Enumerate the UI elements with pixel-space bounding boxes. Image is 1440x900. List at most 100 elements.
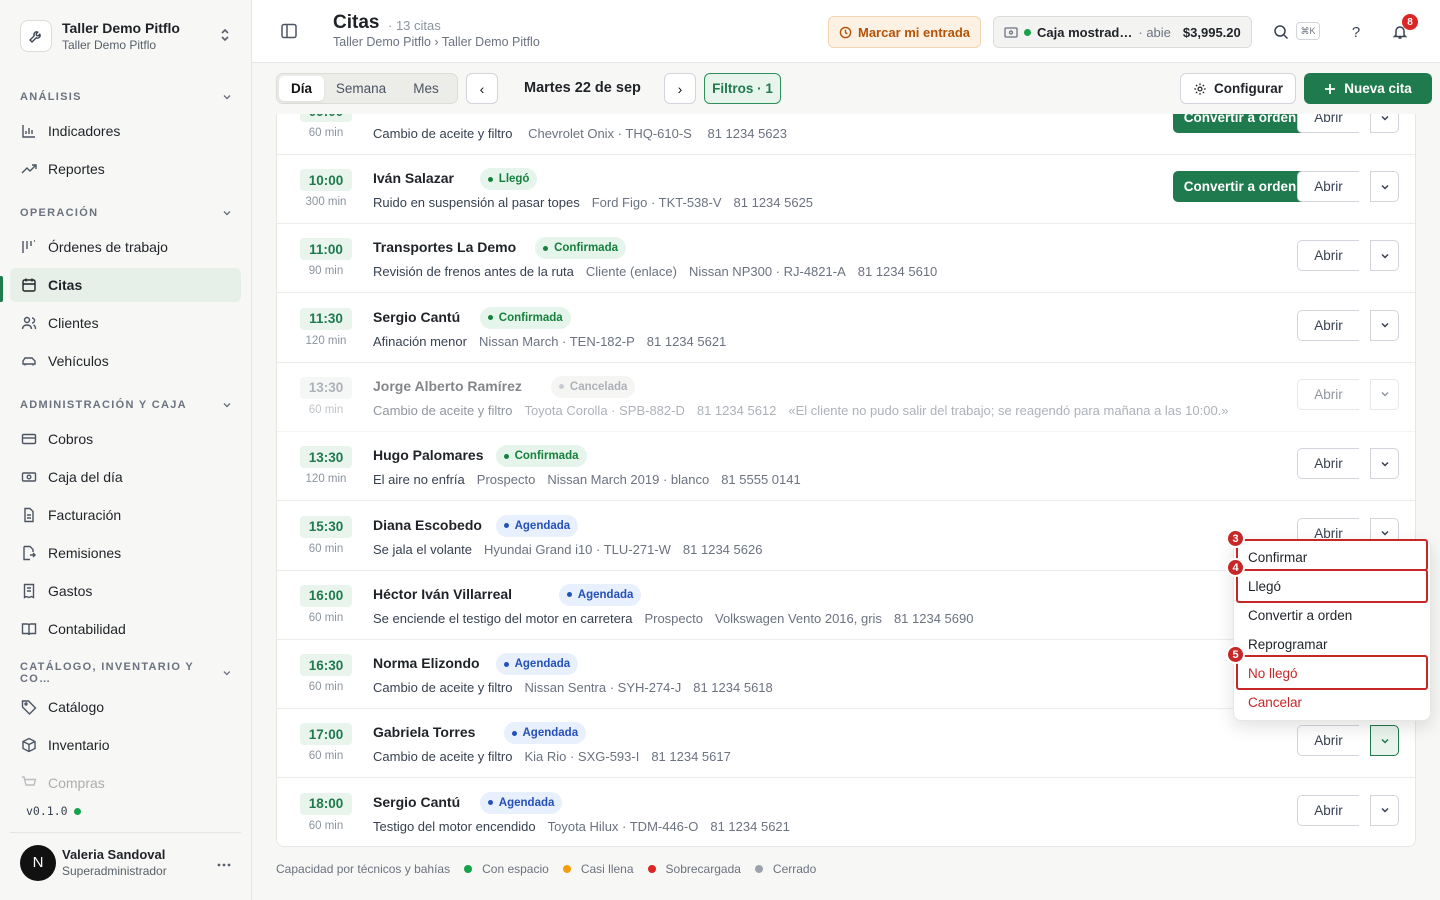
open-button[interactable]: Abrir <box>1297 240 1359 272</box>
table-row[interactable]: 13:30 120 min Hugo Palomares Confirmada El a… <box>277 432 1415 502</box>
configure-button[interactable]: Configurar <box>1180 73 1296 104</box>
table-row[interactable]: 13:30 60 min Jorge Alberto Ramírez Cancelad… <box>277 362 1415 432</box>
appointment-time: 16:30 <box>300 654 352 677</box>
org-switcher[interactable]: Taller Demo Pitflo Taller Demo Pitflo <box>10 10 241 62</box>
row-actions-dropdown[interactable] <box>1370 378 1399 410</box>
convert-to-order-button[interactable]: Convertir a orden <box>1173 171 1307 202</box>
open-button[interactable]: Abrir <box>1297 725 1359 757</box>
new-appointment-button[interactable]: Nueva cita <box>1304 73 1432 104</box>
client-name[interactable]: Sergio Cantú <box>373 794 460 810</box>
chevron-down-icon <box>223 403 231 408</box>
sidebar-item-citas[interactable]: Citas <box>10 268 241 302</box>
appointment-details: Se jala el volante Hyundai Grand i10 · TL… <box>373 542 774 557</box>
row-actions-dropdown[interactable] <box>1370 448 1399 480</box>
phone-text: 81 1234 5617 <box>651 749 731 765</box>
table-row[interactable]: 09:00 60 min Cambio de aceite y filtro C… <box>277 114 1415 155</box>
section-admin[interactable]: ADMINISTRACIÓN Y CAJA <box>20 396 232 414</box>
open-button[interactable]: Abrir <box>1297 171 1359 202</box>
service-text: Ruido en suspensión al pasar topes <box>373 195 580 210</box>
sidebar-item-inventario[interactable]: Inventario <box>10 728 241 762</box>
client-name[interactable]: Norma Elizondo <box>373 655 480 671</box>
menu-item-no-llego[interactable]: No llegó <box>1234 659 1432 688</box>
sidebar-item-vehiculos[interactable]: Vehículos <box>10 344 241 378</box>
status-label: Confirmada <box>498 311 563 324</box>
legend-item: Cerrado <box>772 862 817 876</box>
table-row[interactable]: 11:30 120 min Sergio Cantú Confirmada Afinac… <box>277 293 1415 363</box>
note-text: «El cliente no pudo salir del trabajo; s… <box>788 402 1229 418</box>
status-badge: Agendada <box>479 791 563 814</box>
client-name[interactable]: Iván Salazar <box>373 170 454 186</box>
next-day-button[interactable]: › <box>664 73 696 104</box>
filters-button[interactable]: Filtros · 1 <box>704 73 781 104</box>
client-name[interactable]: Diana Escobedo <box>373 517 482 533</box>
row-actions-dropdown[interactable] <box>1370 114 1399 133</box>
sidebar-item-reportes[interactable]: Reportes <box>10 152 241 186</box>
more-horizontal-icon[interactable] <box>217 854 231 872</box>
vehicle-text: Toyota Corolla · SPB-882-D <box>524 402 685 418</box>
open-button[interactable]: Abrir <box>1297 448 1359 480</box>
tab-dia[interactable]: Día <box>279 76 324 101</box>
sidebar-item-catalogo[interactable]: Catálogo <box>10 690 241 724</box>
open-button[interactable]: Abrir <box>1297 309 1359 341</box>
menu-item-cancelar[interactable]: Cancelar <box>1234 688 1432 717</box>
convert-to-order-button[interactable]: Convertir a orden <box>1173 114 1307 133</box>
cash-register-selector[interactable]: Caja mostrad… · abie $3,995.20 <box>993 16 1252 48</box>
sidebar-toggle-icon[interactable] <box>280 22 300 42</box>
sidebar-item-gastos[interactable]: Gastos <box>10 574 241 608</box>
menu-item-reprogramar[interactable]: Reprogramar <box>1234 630 1432 659</box>
client-name[interactable]: Héctor Iván Villarreal <box>373 586 512 602</box>
row-actions-dropdown[interactable] <box>1370 309 1399 341</box>
help-icon[interactable]: ? <box>1346 22 1366 42</box>
phone-text: 81 1234 5623 <box>707 126 787 141</box>
capacity-legend: Capacidad por técnicos y bahías Con espa… <box>276 862 816 876</box>
prev-day-button[interactable]: ‹ <box>466 73 498 104</box>
sidebar-item-facturacion[interactable]: Facturación <box>10 498 241 532</box>
row-actions-menu: Confirmar Llegó Convertir a orden Reprog… <box>1233 539 1431 721</box>
client-name[interactable]: Gabriela Torres <box>373 724 475 740</box>
sidebar-item-remisiones[interactable]: Remisiones <box>10 536 241 570</box>
user-menu[interactable]: N Valeria Sandoval Superadministrador <box>10 832 241 892</box>
table-row[interactable]: 10:00 300 min Iván Salazar Llegó Ruido en su… <box>277 155 1415 224</box>
phone-text: 81 1234 5618 <box>693 680 773 696</box>
wrench-icon <box>20 20 52 52</box>
open-button[interactable]: Abrir <box>1297 378 1359 410</box>
section-operacion[interactable]: OPERACIÓN <box>20 204 232 222</box>
clock-in-button[interactable]: Marcar mi entrada <box>828 16 981 48</box>
appointment-details: Ruido en suspensión al pasar topes Ford F… <box>373 195 825 210</box>
client-name[interactable]: Sergio Cantú <box>373 309 460 325</box>
row-actions-dropdown[interactable] <box>1370 240 1399 272</box>
chevron-down-icon <box>1380 392 1389 397</box>
section-label: ADMINISTRACIÓN Y CAJA <box>20 399 187 411</box>
open-button[interactable]: Abrir <box>1297 114 1359 133</box>
sidebar-item-cobros[interactable]: Cobros <box>10 422 241 456</box>
sidebar-item-contabilidad[interactable]: Contabilidad <box>10 612 241 646</box>
menu-item-confirmar[interactable]: Confirmar <box>1234 543 1432 572</box>
tab-mes[interactable]: Mes <box>398 76 454 101</box>
menu-item-llego[interactable]: Llegó <box>1234 572 1432 601</box>
chevron-down-icon <box>223 671 231 676</box>
sidebar-item-ordenes[interactable]: Órdenes de trabajo <box>10 230 241 264</box>
row-actions-dropdown[interactable] <box>1370 725 1399 757</box>
menu-item-convertir[interactable]: Convertir a orden <box>1234 601 1432 630</box>
status-label: Agendada <box>498 796 555 809</box>
current-date: Martes 22 de sep <box>524 80 641 96</box>
search-icon[interactable] <box>1271 22 1291 42</box>
section-analisis[interactable]: ANÁLISIS <box>20 88 232 106</box>
table-row[interactable]: 11:00 90 min Transportes La Demo Confirmada… <box>277 224 1415 294</box>
sidebar-item-compras[interactable]: Compras <box>10 766 241 800</box>
sidebar-item-caja[interactable]: Caja del día <box>10 460 241 494</box>
row-actions-dropdown[interactable] <box>1370 171 1399 202</box>
tab-semana[interactable]: Semana <box>324 76 398 101</box>
section-catalogo[interactable]: CATÁLOGO, INVENTARIO Y CO… <box>20 661 232 685</box>
sidebar-item-clientes[interactable]: Clientes <box>10 306 241 340</box>
open-button[interactable]: Abrir <box>1297 794 1359 826</box>
version-label: v0.1.0 <box>26 804 81 818</box>
clock-icon <box>839 26 852 38</box>
table-row[interactable]: 18:00 60 min Sergio Cantú Agendada Testigo d… <box>277 778 1415 846</box>
row-actions-dropdown[interactable] <box>1370 794 1399 826</box>
sidebar-item-indicadores[interactable]: Indicadores <box>10 114 241 148</box>
client-name[interactable]: Hugo Palomares <box>373 447 483 463</box>
client-name[interactable]: Transportes La Demo <box>373 239 516 255</box>
sidebar-item-label: Clientes <box>48 315 99 331</box>
client-name[interactable]: Jorge Alberto Ramírez <box>373 378 522 394</box>
